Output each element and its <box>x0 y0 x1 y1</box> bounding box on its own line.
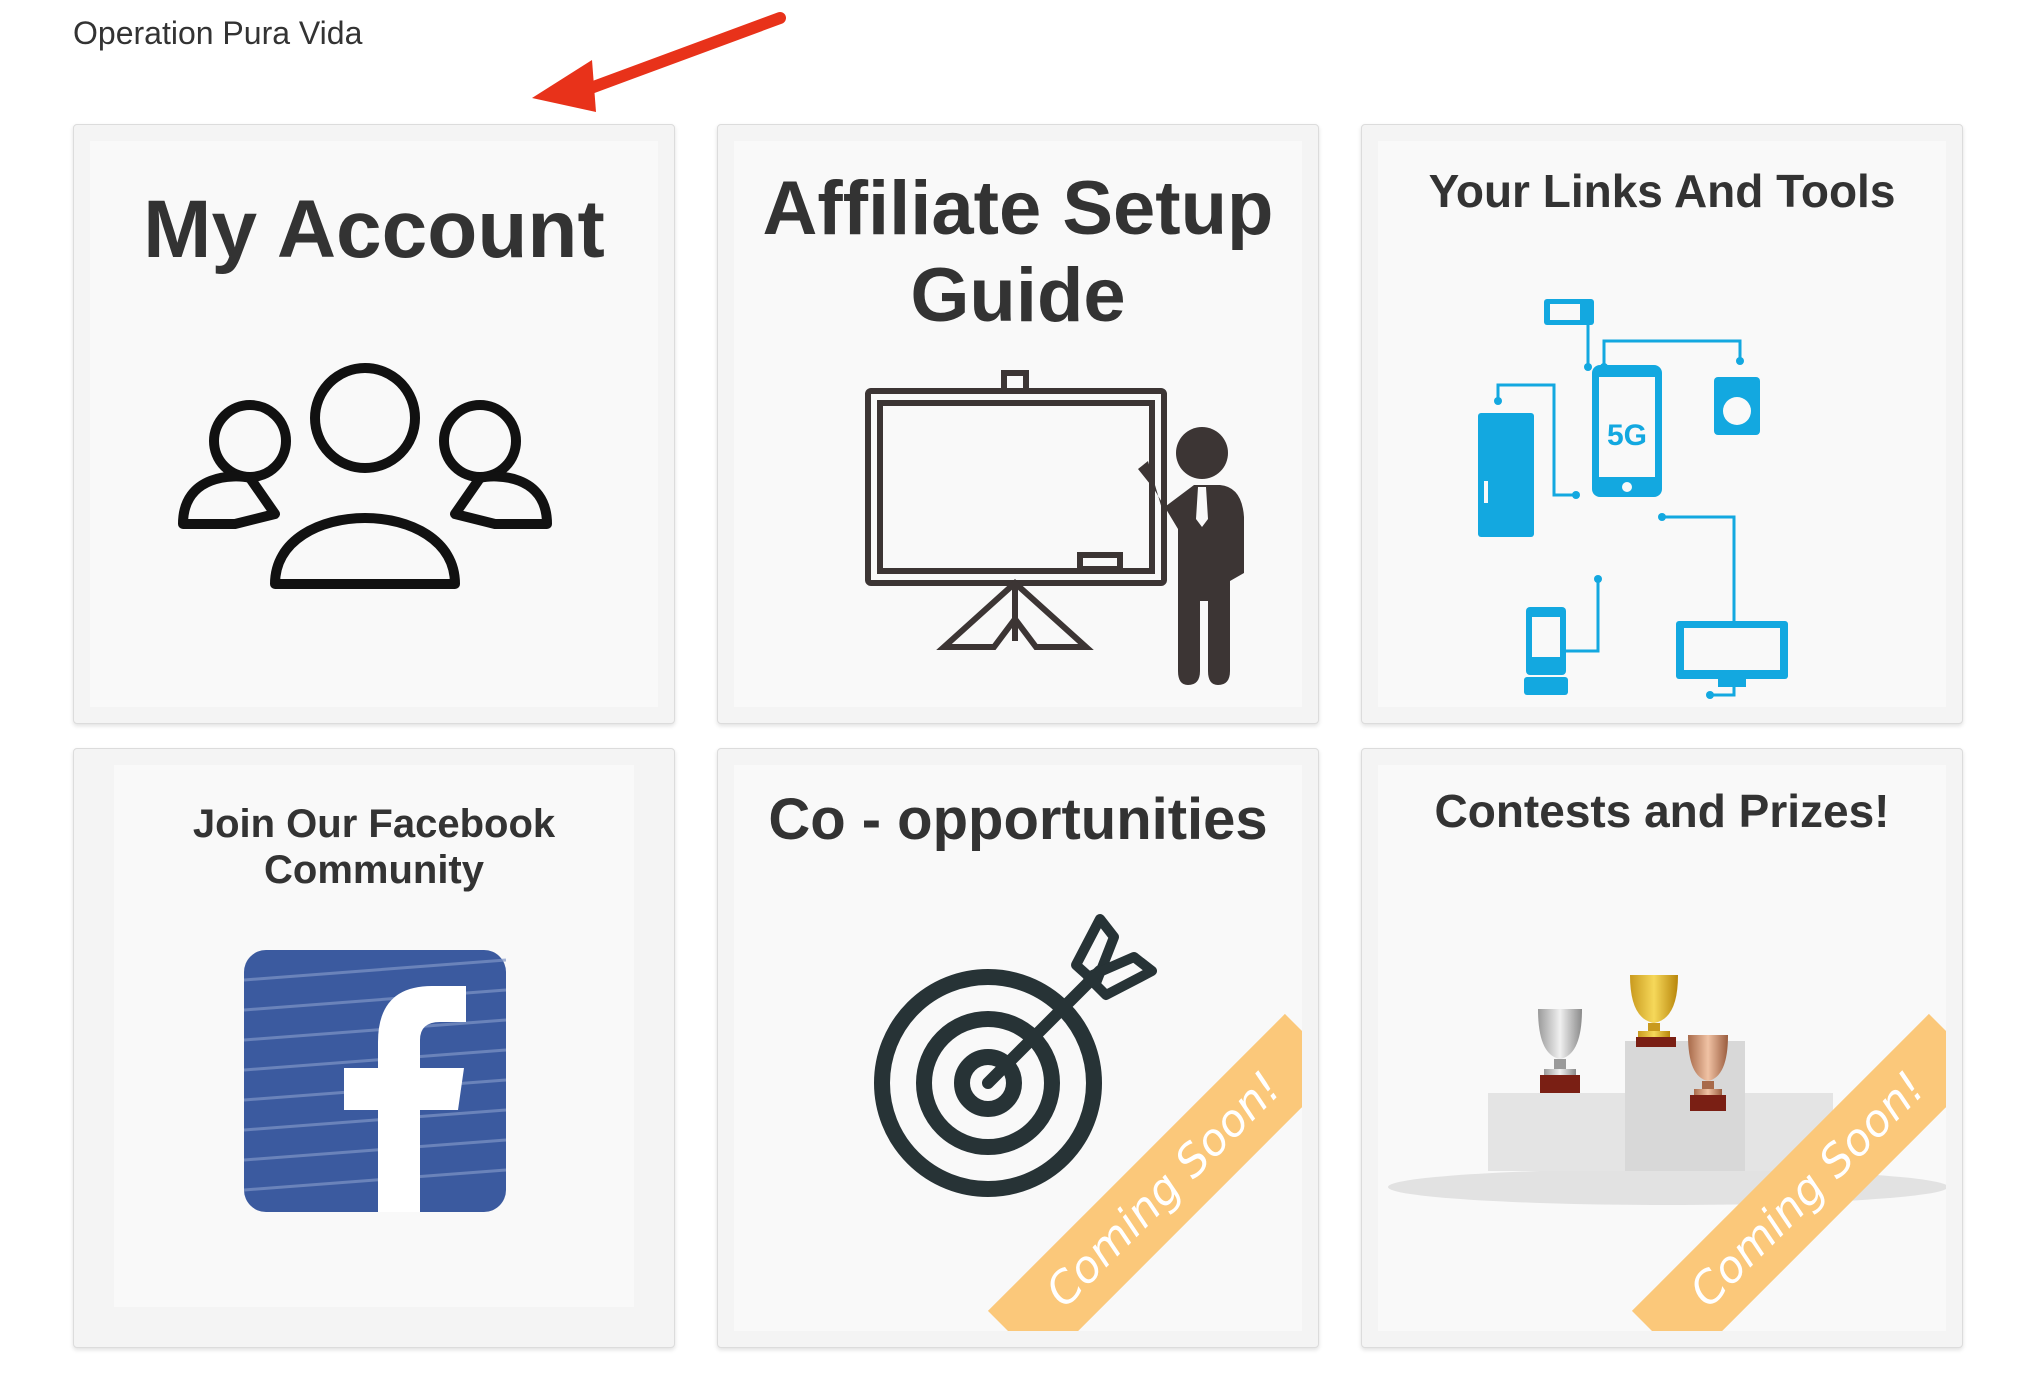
card-title: My Account <box>143 184 605 275</box>
card-title: Join Our Facebook Community <box>192 802 556 892</box>
presentation-board-icon <box>865 370 1244 685</box>
card-inner: My Account <box>90 141 658 707</box>
card-title: Co - opportunities <box>768 787 1268 852</box>
card-your-links-and-tools[interactable]: Your Links And Tools 5G <box>1361 124 1963 724</box>
users-group-icon <box>178 363 552 589</box>
network-devices-icon: 5G <box>1478 299 1788 699</box>
svg-text:5G: 5G <box>1607 419 1647 452</box>
card-inner: Contests and Prizes! Coming Soon! <box>1378 765 1946 1331</box>
card-facebook-community[interactable]: Join Our Facebook Community <box>73 748 675 1348</box>
card-inner: Join Our Facebook Community <box>114 765 634 1307</box>
card-my-account[interactable]: My Account <box>73 124 675 724</box>
card-title: Contests and Prizes! <box>1434 785 1890 837</box>
card-inner: Your Links And Tools 5G <box>1378 141 1946 707</box>
card-contests-and-prizes[interactable]: Contests and Prizes! Coming Soon! <box>1361 748 1963 1348</box>
card-title: Your Links And Tools <box>1428 165 1896 217</box>
card-inner: Co - opportunities Coming Soon! <box>734 765 1302 1331</box>
card-inner: Affiliate Setup Guide <box>734 141 1302 707</box>
card-affiliate-setup-guide[interactable]: Affiliate Setup Guide <box>717 124 1319 724</box>
site-title[interactable]: Operation Pura Vida <box>73 15 362 52</box>
card-co-opportunities[interactable]: Co - opportunities Coming Soon! <box>717 748 1319 1348</box>
annotation-arrow-icon <box>532 12 786 112</box>
card-title: Affiliate Setup Guide <box>762 166 1274 339</box>
facebook-icon <box>244 950 506 1212</box>
target-arrow-icon <box>874 914 1157 1197</box>
